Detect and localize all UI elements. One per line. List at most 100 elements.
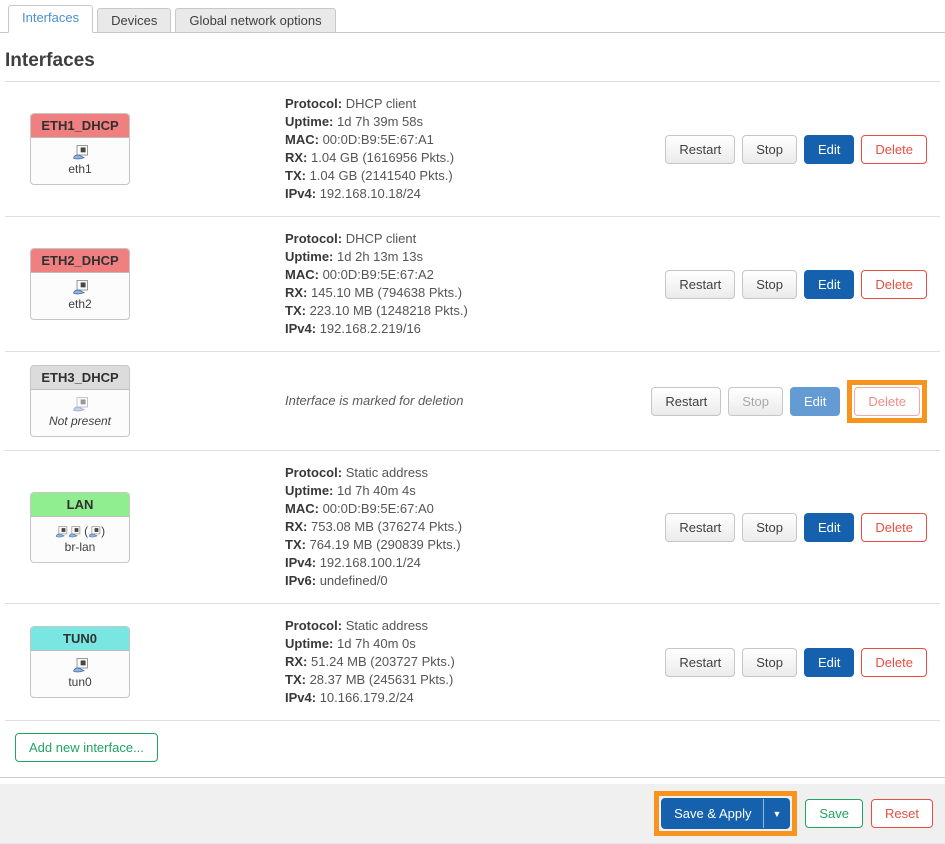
detail-line: TX: 223.10 MB (1248218 Pkts.) [285, 302, 650, 320]
detail-line: MAC: 00:0D:B9:5E:67:A1 [285, 131, 650, 149]
page-title: Interfaces [5, 50, 945, 72]
chevron-down-icon[interactable]: ▼ [764, 799, 789, 828]
ethernet-icon [88, 524, 101, 538]
tab-interfaces[interactable]: Interfaces [8, 5, 93, 33]
interfaces-table: ETH1_DHCP eth1 Protocol: DHCP client Upt… [5, 81, 940, 721]
interface-actions: Restart Stop Edit Delete [660, 135, 940, 164]
tunnel-icon [72, 658, 89, 672]
interface-device-name: eth2 [34, 297, 126, 311]
restart-button[interactable]: Restart [665, 135, 735, 164]
interface-row-tun0: TUN0 tun0 Protocol: Static address Uptim… [5, 604, 940, 721]
interface-device-name: tun0 [34, 675, 126, 689]
detail-line: IPv4: 192.168.2.219/16 [285, 320, 650, 338]
detail-line: RX: 1.04 GB (1616956 Pkts.) [285, 149, 650, 167]
interface-actions: Restart Stop Edit Delete [660, 270, 940, 299]
detail-line: Protocol: DHCP client [285, 230, 650, 248]
interface-zone-header: TUN0 [31, 627, 129, 651]
detail-line: IPv4: 10.166.179.2/24 [285, 689, 650, 707]
interface-row-eth3-dhcp: ETH3_DHCP Not present Interface is marke… [5, 352, 940, 451]
restart-button[interactable]: Restart [665, 648, 735, 677]
detail-line: Uptime: 1d 7h 39m 58s [285, 113, 650, 131]
restart-button[interactable]: Restart [651, 387, 721, 416]
interface-box: ETH3_DHCP Not present [30, 365, 130, 437]
interface-details: Protocol: DHCP client Uptime: 1d 2h 13m … [285, 230, 660, 338]
add-new-interface-button[interactable]: Add new interface... [15, 733, 158, 762]
interface-box: ETH1_DHCP eth1 [30, 113, 130, 185]
interface-box-column: ETH3_DHCP Not present [5, 365, 285, 437]
delete-button[interactable]: Delete [854, 387, 920, 416]
interface-device-name: Not present [34, 414, 126, 428]
restart-button[interactable]: Restart [665, 513, 735, 542]
interface-details: Interface is marked for deletion [285, 392, 651, 410]
stop-button[interactable]: Stop [742, 648, 797, 677]
bridge-icon [55, 524, 81, 538]
detail-line: Protocol: DHCP client [285, 95, 650, 113]
detail-line: IPv4: 192.168.100.1/24 [285, 554, 650, 572]
detail-line: Uptime: 1d 2h 13m 13s [285, 248, 650, 266]
save-apply-button[interactable]: Save & Apply ▼ [661, 798, 790, 829]
delete-button[interactable]: Delete [861, 135, 927, 164]
interface-box-column: TUN0 tun0 [5, 626, 285, 698]
restart-button[interactable]: Restart [665, 270, 735, 299]
interface-zone-header: ETH3_DHCP [31, 366, 129, 390]
interface-row-eth2-dhcp: ETH2_DHCP eth2 Protocol: DHCP client Upt… [5, 217, 940, 352]
interface-zone-header: LAN [31, 493, 129, 517]
stop-button[interactable]: Stop [742, 513, 797, 542]
interface-box-column: ETH1_DHCP eth1 [5, 113, 285, 185]
stop-button[interactable]: Stop [742, 270, 797, 299]
interface-row-lan: LAN () br-lan Protocol: Static address U… [5, 451, 940, 604]
interface-device-name: br-lan [34, 540, 126, 554]
detail-line: IPv4: 192.168.10.18/24 [285, 185, 650, 203]
tab-bar: Interfaces Devices Global network option… [0, 0, 945, 33]
stop-button[interactable]: Stop [742, 135, 797, 164]
detail-line: IPv6: undefined/0 [285, 572, 650, 590]
tab-devices[interactable]: Devices [97, 8, 171, 33]
interface-box-body: tun0 [31, 651, 129, 697]
delete-button[interactable]: Delete [861, 648, 927, 677]
tab-global-network-options[interactable]: Global network options [175, 8, 335, 33]
delete-button[interactable]: Delete [861, 513, 927, 542]
ethernet-icon [72, 280, 89, 294]
detail-line: Protocol: Static address [285, 617, 650, 635]
interface-box-body: () br-lan [31, 517, 129, 562]
detail-line: MAC: 00:0D:B9:5E:67:A0 [285, 500, 650, 518]
interface-box: LAN () br-lan [30, 492, 130, 563]
interface-box-body: eth1 [31, 138, 129, 184]
interface-zone-header: ETH2_DHCP [31, 249, 129, 273]
detail-line: RX: 145.10 MB (794638 Pkts.) [285, 284, 650, 302]
highlight-ring: Delete [847, 380, 927, 423]
interface-actions: Restart Stop Edit Delete [660, 648, 940, 677]
interface-details: Protocol: Static address Uptime: 1d 7h 4… [285, 617, 660, 707]
detail-line: Uptime: 1d 7h 40m 4s [285, 482, 650, 500]
highlight-ring: Save & Apply ▼ [654, 791, 797, 836]
interface-details: Protocol: Static address Uptime: 1d 7h 4… [285, 464, 660, 590]
delete-button[interactable]: Delete [861, 270, 927, 299]
interface-actions: Restart Stop Edit Delete [660, 513, 940, 542]
interface-row-eth1-dhcp: ETH1_DHCP eth1 Protocol: DHCP client Upt… [5, 82, 940, 217]
add-interface-section: Add new interface... [0, 721, 945, 778]
edit-button[interactable]: Edit [804, 270, 854, 299]
edit-button[interactable]: Edit [804, 135, 854, 164]
interface-box-column: ETH2_DHCP eth2 [5, 248, 285, 320]
interface-box-body: eth2 [31, 273, 129, 319]
detail-line: Protocol: Static address [285, 464, 650, 482]
page-actions-bar: Save & Apply ▼ Save Reset [0, 784, 945, 844]
edit-button: Edit [790, 387, 840, 416]
interface-box-body: Not present [31, 390, 129, 436]
save-button[interactable]: Save [805, 799, 863, 828]
detail-line: MAC: 00:0D:B9:5E:67:A2 [285, 266, 650, 284]
interface-box: ETH2_DHCP eth2 [30, 248, 130, 320]
detail-line: TX: 764.19 MB (290839 Pkts.) [285, 536, 650, 554]
interface-actions: Restart Stop Edit Delete [651, 380, 940, 423]
interface-details: Protocol: DHCP client Uptime: 1d 7h 39m … [285, 95, 660, 203]
deletion-status-text: Interface is marked for deletion [285, 393, 463, 408]
save-apply-label: Save & Apply [662, 799, 763, 828]
edit-button[interactable]: Edit [804, 648, 854, 677]
bridge-member-paren-close: ) [101, 524, 105, 538]
detail-line: RX: 51.24 MB (203727 Pkts.) [285, 653, 650, 671]
detail-line: TX: 28.37 MB (245631 Pkts.) [285, 671, 650, 689]
reset-button[interactable]: Reset [871, 799, 933, 828]
interface-zone-header: ETH1_DHCP [31, 114, 129, 138]
ethernet-disabled-icon [72, 397, 89, 411]
edit-button[interactable]: Edit [804, 513, 854, 542]
